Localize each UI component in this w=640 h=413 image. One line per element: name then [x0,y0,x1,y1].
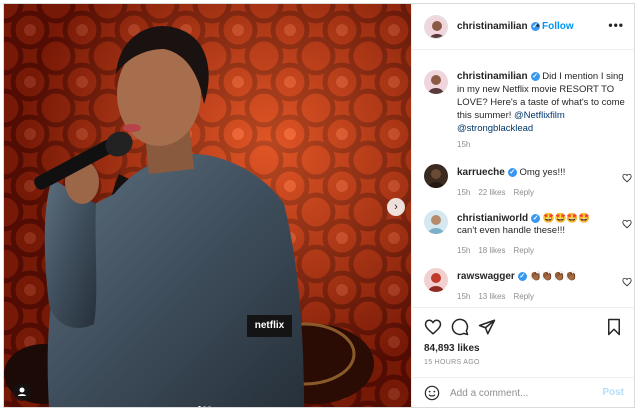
reply-button[interactable]: Reply [513,188,533,197]
post-header: christinamilian ✓ • Follow ••• [412,4,634,50]
more-horizontal-icon[interactable]: ••• [608,18,624,32]
comment-username[interactable]: christianiworld [457,213,528,224]
author-avatar[interactable] [424,15,448,39]
caption-username[interactable]: christinamilian [457,71,528,82]
heart-icon[interactable] [622,173,632,183]
add-comment-input[interactable] [450,385,590,401]
comment-likes[interactable]: 22 likes [478,188,505,197]
likes-count[interactable]: 84,893 likes [424,343,480,354]
verified-badge-icon: ✓ [517,271,527,281]
commenter-avatar[interactable] [424,164,448,188]
netflix-logo-overlay: netflix [247,315,292,337]
posted-time[interactable]: 15 HOURS AGO [424,359,480,366]
commenter-avatar[interactable] [424,268,448,292]
comment-likes[interactable]: 18 likes [478,246,505,255]
comment-item: karrueche ✓ Omg yes!!! 15h 22 likes Reply [424,164,634,204]
post-comment-button[interactable]: Post [602,387,624,398]
post-photo[interactable]: netflix › [4,4,411,407]
comment-time[interactable]: 15h [457,292,470,301]
comment-item: christianiworld ✓ 🤩🤩🤩🤩 can't even handle … [424,210,634,255]
photo-image [4,4,411,407]
comment-meta: 15h 22 likes Reply [457,188,542,197]
caption-time[interactable]: 15h [457,140,470,149]
comment-likes[interactable]: 13 likes [478,292,505,301]
comment-meta: 15h 13 likes Reply [457,292,542,301]
post-side-panel: christinamilian ✓ • Follow ••• christinam… [411,4,634,407]
follow-button[interactable]: Follow [542,21,574,32]
mention-link[interactable]: @strongblacklead [457,123,533,134]
reply-button[interactable]: Reply [513,246,533,255]
caption-avatar[interactable] [424,70,448,94]
heart-icon[interactable] [424,318,442,336]
heart-icon[interactable] [622,219,632,229]
mention-link[interactable]: @Netflixfilm [514,110,565,121]
comment-body: 👏🏾👏🏾👏🏾👏🏾 [529,271,577,282]
commenter-avatar[interactable] [424,210,448,234]
carousel-dot-active [198,406,201,407]
comment-text-row: rawswagger ✓ 👏🏾👏🏾👏🏾👏🏾 [457,271,607,283]
share-icon[interactable] [478,318,496,336]
verified-badge-icon: ✓ [531,213,541,223]
comment-body: Omg yes!!! [519,167,566,178]
bookmark-icon[interactable] [605,318,623,336]
add-comment-bar: Post [412,377,634,407]
post-actions: 84,893 likes 15 HOURS AGO Post [412,307,634,407]
comment-text-row: karrueche ✓ Omg yes!!! [457,167,607,179]
comment-time[interactable]: 15h [457,188,470,197]
chevron-right-icon[interactable]: › [387,198,405,216]
verified-badge-icon: ✓ [530,71,540,81]
author-username[interactable]: christinamilian ✓ [457,21,540,32]
comment-icon[interactable] [451,318,469,336]
reply-button[interactable]: Reply [513,292,533,301]
emoji-icon[interactable] [424,385,440,401]
comment-text-row: christianiworld ✓ 🤩🤩🤩🤩 can't even handle … [457,213,607,237]
separator-dot: • [536,21,540,32]
author-username-text: christinamilian [457,21,528,32]
carousel-indicator [198,396,213,407]
comment-time[interactable]: 15h [457,246,470,255]
instagram-post-modal: netflix › christinamilian ✓ • Follow ••• … [3,3,635,408]
comment-username[interactable]: karrueche [457,167,505,178]
heart-icon[interactable] [622,277,632,287]
user-tag-icon[interactable] [13,383,31,401]
verified-badge-icon: ✓ [507,167,517,177]
comment-username[interactable]: rawswagger [457,271,515,282]
comment-item: rawswagger ✓ 👏🏾👏🏾👏🏾👏🏾 15h 13 likes Reply [424,268,634,308]
carousel-dot [203,406,206,407]
comment-meta: 15h 18 likes Reply [457,246,542,255]
carousel-dot [208,406,211,407]
caption-text: christinamilian ✓ Did I mention I sing in… [457,70,627,135]
